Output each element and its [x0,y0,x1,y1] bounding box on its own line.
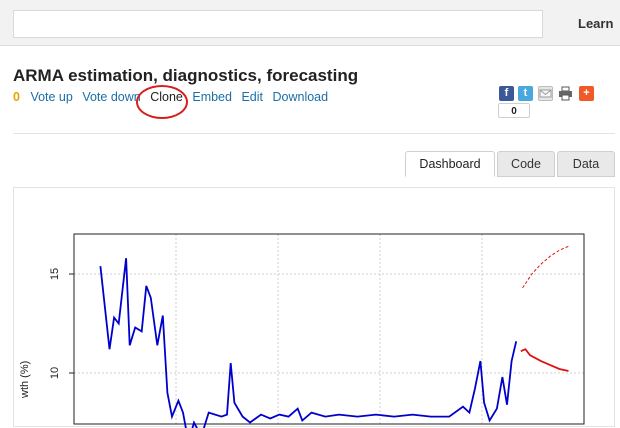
twitter-icon[interactable]: t [518,86,533,101]
tab-data[interactable]: Data [557,151,615,177]
series-line-2 [522,245,569,289]
edit-link[interactable]: Edit [241,90,263,104]
download-link[interactable]: Download [272,90,328,104]
clone-highlight-circle [136,85,188,119]
vote-down-link[interactable]: Vote down [82,90,140,104]
y-axis: 1510 [49,268,74,379]
learn-link[interactable]: Learn [578,16,613,31]
y-tick-label-1: 10 [49,367,61,379]
email-icon[interactable] [538,86,553,101]
search-input[interactable] [13,10,543,38]
tab-dashboard[interactable]: Dashboard [405,151,495,177]
series-line-1 [520,348,569,372]
y-axis-label: wth (%) [19,361,31,399]
tab-code[interactable]: Code [497,151,555,177]
series-line-0 [99,258,518,428]
page-title: ARMA estimation, diagnostics, forecastin… [13,66,359,85]
y-tick-label-0: 15 [49,268,61,280]
embed-link[interactable]: Embed [192,90,232,104]
print-icon[interactable] [558,86,573,101]
arma-chart: 1510 wth (%) [19,233,585,428]
vote-count: 0 [13,90,20,104]
vote-up-link[interactable]: Vote up [30,90,72,104]
divider [13,133,615,134]
dashboard-panel: 15 10 wth (%) [13,187,615,428]
facebook-icon[interactable]: f [499,86,514,101]
top-bar: Learn [0,0,620,46]
addthis-icon[interactable]: + [579,86,594,101]
share-count: 0 [498,103,530,118]
